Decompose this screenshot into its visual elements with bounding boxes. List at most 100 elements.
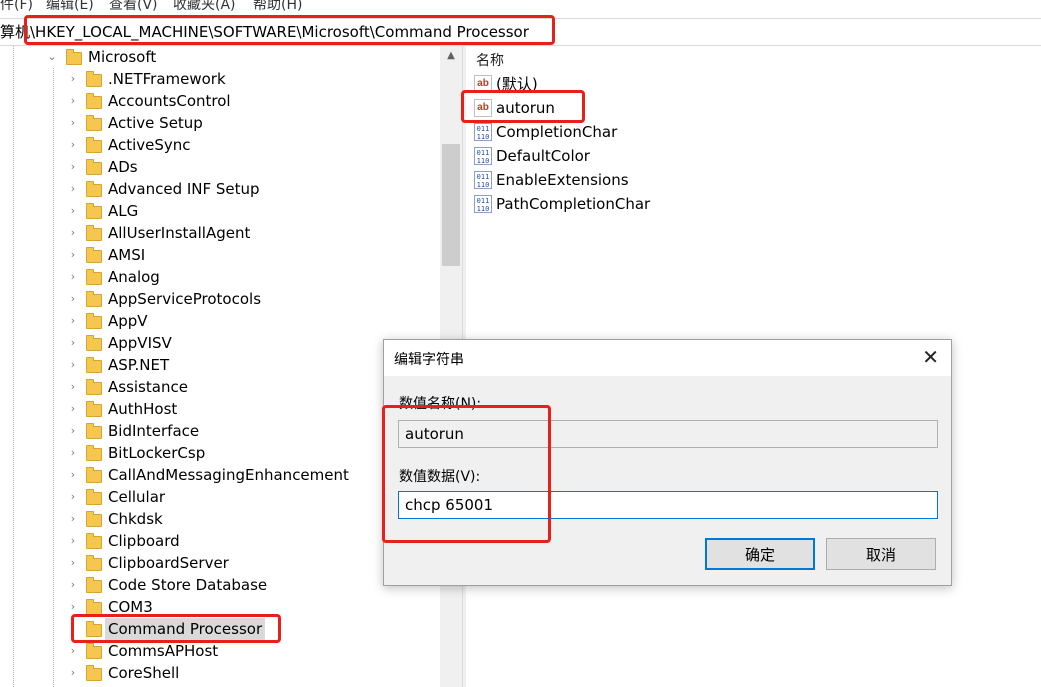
chevron-right-icon[interactable]: › <box>67 310 79 332</box>
tree-item[interactable]: › ActiveSync <box>0 134 440 156</box>
menu-file[interactable]: 件(F) <box>0 0 33 14</box>
tree-item[interactable]: › BitLockerCsp <box>0 442 440 464</box>
value-row[interactable]: 011 110 CompletionChar <box>474 120 774 144</box>
tree-item-label: Clipboard <box>108 532 180 550</box>
chevron-right-icon[interactable]: › <box>67 90 79 112</box>
chevron-right-icon[interactable]: › <box>67 178 79 200</box>
tree-item[interactable]: › AMSI <box>0 244 440 266</box>
tree-item-label: AppServiceProtocols <box>108 290 262 308</box>
chevron-down-icon[interactable]: ⌄ <box>46 46 58 68</box>
folder-icon <box>86 511 102 527</box>
chevron-right-icon[interactable]: › <box>67 596 79 618</box>
menu-edit[interactable]: 编辑(E) <box>46 0 94 14</box>
chevron-right-icon[interactable]: › <box>67 288 79 310</box>
chevron-right-icon[interactable]: › <box>67 552 79 574</box>
tree-item-label: .NETFramework <box>108 70 226 88</box>
value-data-input[interactable] <box>398 491 938 519</box>
dialog-titlebar[interactable]: 编辑字符串 ✕ <box>384 340 951 376</box>
tree-item[interactable]: › AppVISV <box>0 332 440 354</box>
tree-item[interactable]: › ALG <box>0 200 440 222</box>
menu-help[interactable]: 帮助(H) <box>253 0 302 14</box>
scroll-thumb[interactable] <box>442 144 460 266</box>
chevron-right-icon[interactable]: › <box>67 662 79 684</box>
tree-item[interactable]: › Advanced INF Setup <box>0 178 440 200</box>
chevron-right-icon[interactable]: › <box>67 398 79 420</box>
tree-item[interactable]: › COM3 <box>0 596 440 618</box>
value-row[interactable]: 011 110 DefaultColor <box>474 144 774 168</box>
tree-item-label: COM3 <box>108 598 153 616</box>
folder-icon <box>86 291 102 307</box>
tree-item[interactable]: › Analog <box>0 266 440 288</box>
value-row[interactable]: 011 110 PathCompletionChar <box>474 192 774 216</box>
chevron-right-icon[interactable]: › <box>67 244 79 266</box>
tree-item-label: ASP.NET <box>108 356 170 374</box>
cancel-button[interactable]: 取消 <box>826 538 936 570</box>
tree-item-label: Code Store Database <box>108 576 268 594</box>
tree-item[interactable]: › Assistance <box>0 376 440 398</box>
folder-icon <box>86 423 102 439</box>
folder-icon <box>66 49 82 65</box>
tree-item[interactable]: › CallAndMessagingEnhancement <box>0 464 440 486</box>
tree-item[interactable]: › .NETFramework <box>0 68 440 90</box>
tree-item[interactable]: › Code Store Database <box>0 574 440 596</box>
scroll-up-icon[interactable]: ▲ <box>440 48 462 64</box>
chevron-right-icon[interactable]: › <box>67 640 79 662</box>
tree-item[interactable]: › Clipboard <box>0 530 440 552</box>
chevron-right-icon[interactable]: › <box>67 574 79 596</box>
tree-item-label: AppVISV <box>108 334 172 352</box>
chevron-right-icon[interactable]: › <box>67 376 79 398</box>
chevron-right-icon[interactable]: › <box>67 530 79 552</box>
menu-favorites[interactable]: 收藏夹(A) <box>173 0 236 14</box>
address-bar[interactable]: 算机\HKEY_LOCAL_MACHINE\SOFTWARE\Microsoft… <box>0 18 1041 46</box>
tree-item[interactable]: › ClipboardServer <box>0 552 440 574</box>
tree-item[interactable]: › CommsAPHost <box>0 640 440 662</box>
chevron-right-icon[interactable]: › <box>67 266 79 288</box>
tree-item-label: Command Processor <box>105 618 266 640</box>
tree-item[interactable]: › AppV <box>0 310 440 332</box>
tree-item-label: BitLockerCsp <box>108 444 206 462</box>
folder-icon <box>86 247 102 263</box>
chevron-right-icon[interactable]: › <box>67 68 79 90</box>
tree-item[interactable]: Command Processor <box>0 618 440 640</box>
chevron-right-icon[interactable]: › <box>67 464 79 486</box>
value-row[interactable]: 011 110 EnableExtensions <box>474 168 774 192</box>
column-header-name[interactable]: 名称 <box>476 50 504 70</box>
folder-icon <box>86 181 102 197</box>
chevron-right-icon[interactable]: › <box>67 420 79 442</box>
chevron-right-icon[interactable]: › <box>67 112 79 134</box>
tree-item[interactable]: › ASP.NET <box>0 354 440 376</box>
chevron-right-icon[interactable]: › <box>67 134 79 156</box>
tree-item[interactable]: › Active Setup <box>0 112 440 134</box>
chevron-right-icon[interactable]: › <box>67 200 79 222</box>
tree-item-microsoft[interactable]: ⌄ Microsoft <box>0 46 440 68</box>
tree-item[interactable]: › BidInterface <box>0 420 440 442</box>
tree-item[interactable]: › AllUserInstallAgent <box>0 222 440 244</box>
chevron-right-icon[interactable]: › <box>67 486 79 508</box>
tree-item[interactable]: › AuthHost <box>0 398 440 420</box>
tree-item-label: Advanced INF Setup <box>108 180 260 198</box>
chevron-right-icon[interactable]: › <box>67 156 79 178</box>
tree-item[interactable]: › Chkdsk <box>0 508 440 530</box>
menu-view[interactable]: 查看(V) <box>109 0 158 14</box>
folder-icon <box>86 445 102 461</box>
close-icon[interactable]: ✕ <box>922 346 939 368</box>
chevron-right-icon[interactable]: › <box>67 332 79 354</box>
tree-item[interactable]: › AppServiceProtocols <box>0 288 440 310</box>
value-name: PathCompletionChar <box>496 195 651 213</box>
folder-icon <box>86 401 102 417</box>
ok-button[interactable]: 确定 <box>705 538 815 570</box>
value-row[interactable]: ab autorun <box>474 96 774 120</box>
tree-item[interactable]: › AccountsControl <box>0 90 440 112</box>
chevron-right-icon[interactable]: › <box>67 222 79 244</box>
chevron-right-icon[interactable]: › <box>67 508 79 530</box>
tree-item[interactable]: › ADs <box>0 156 440 178</box>
tree-item[interactable]: › CoreShell <box>0 662 440 684</box>
chevron-right-icon[interactable]: › <box>67 442 79 464</box>
value-row[interactable]: ab (默认) <box>474 72 774 96</box>
chevron-right-icon[interactable]: › <box>67 354 79 376</box>
dialog-title: 编辑字符串 <box>394 352 464 368</box>
tree-item[interactable]: › Cellular <box>0 486 440 508</box>
folder-icon <box>86 467 102 483</box>
tree-item-label: BidInterface <box>108 422 200 440</box>
address-path[interactable]: 算机\HKEY_LOCAL_MACHINE\SOFTWARE\Microsoft… <box>0 22 529 42</box>
